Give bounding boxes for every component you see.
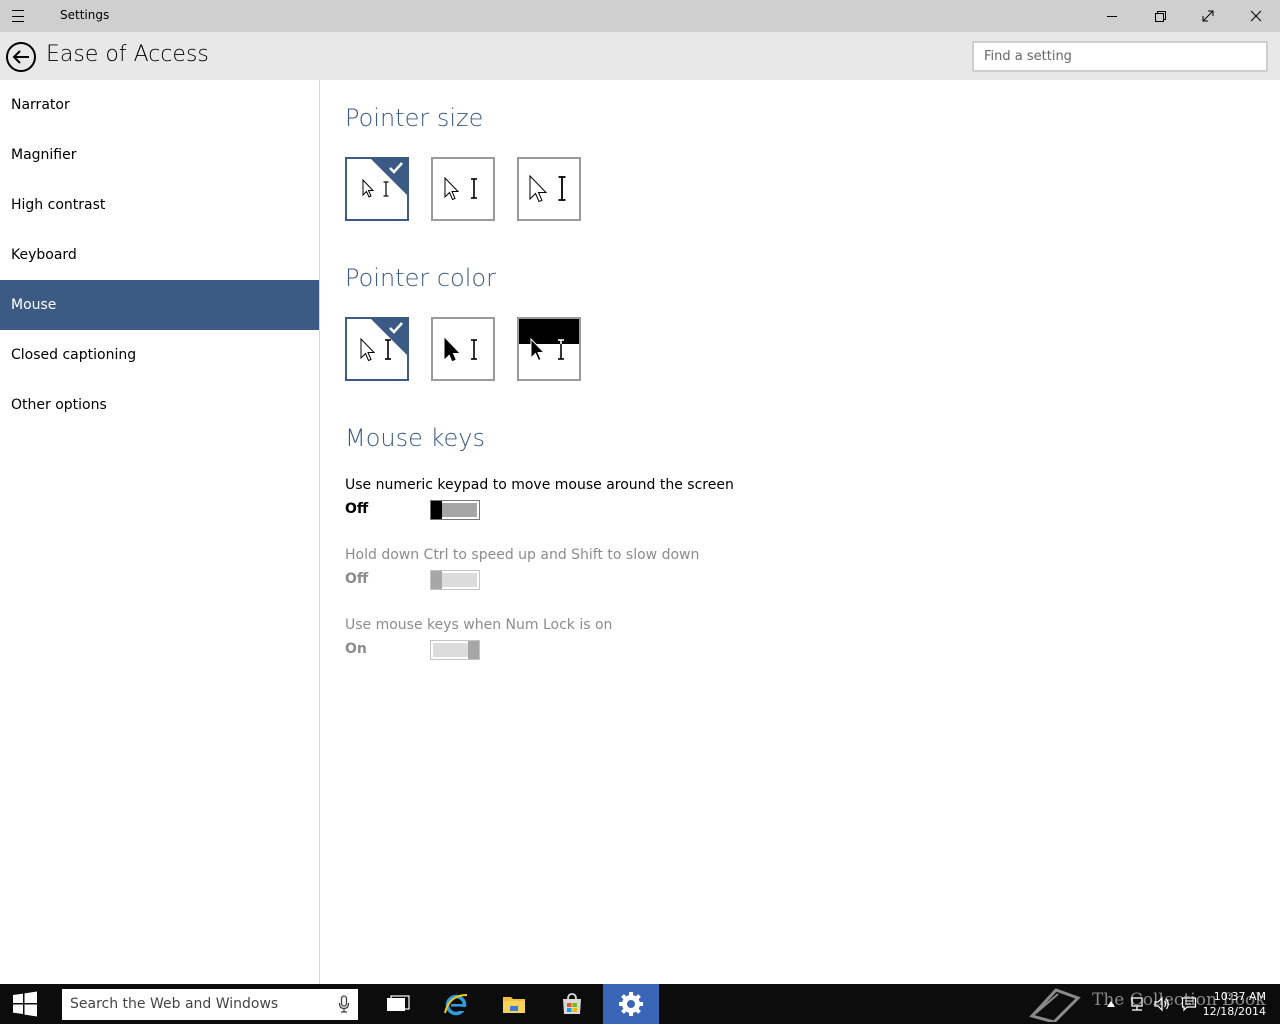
pointer-medium-icon xyxy=(444,176,477,201)
store-bag-icon xyxy=(563,993,581,1014)
sidebar-item-closed-captioning[interactable]: Closed captioning xyxy=(0,330,319,380)
folder-icon xyxy=(503,997,525,1013)
taskbar-clock[interactable]: 10:37 AM 12/18/2014 xyxy=(1203,989,1266,1019)
windows-logo-icon xyxy=(13,991,37,1017)
pointer-color-inverted-option[interactable] xyxy=(517,317,581,381)
ctrl-shift-speed-label: Hold down Ctrl to speed up and Shift to … xyxy=(345,547,700,563)
internet-explorer-button[interactable] xyxy=(428,984,484,1024)
start-button[interactable] xyxy=(0,984,50,1024)
restore-icon xyxy=(1155,11,1166,22)
clock-time: 10:37 AM xyxy=(1213,990,1266,1003)
settings-app-button[interactable] xyxy=(603,984,659,1024)
sidebar-item-other-options[interactable]: Other options xyxy=(0,380,319,430)
close-icon xyxy=(1250,10,1262,22)
action-center-button[interactable] xyxy=(1178,984,1200,1024)
mouse-keys-heading: Mouse keys xyxy=(345,424,486,452)
toggle-thumb xyxy=(468,641,479,659)
pointer-large-icon xyxy=(529,174,566,203)
pointer-white-icon xyxy=(360,337,391,362)
microphone-icon[interactable] xyxy=(338,995,350,1013)
sidebar-item-keyboard[interactable]: Keyboard xyxy=(0,230,319,280)
chevron-up-icon xyxy=(1107,1001,1115,1007)
internet-explorer-icon xyxy=(444,994,468,1016)
network-icon xyxy=(1131,997,1143,1011)
find-setting-input[interactable]: Find a setting xyxy=(972,41,1268,72)
num-lock-toggle[interactable] xyxy=(430,640,480,660)
back-arrow-icon[interactable] xyxy=(5,41,37,73)
sidebar-item-high-contrast[interactable]: High contrast xyxy=(0,180,319,230)
taskbar: Search the Web and Windows The Collectio… xyxy=(0,984,1280,1024)
toggle-thumb xyxy=(431,501,442,519)
show-hidden-icons-button[interactable] xyxy=(1102,984,1120,1024)
pointer-size-heading: Pointer size xyxy=(345,104,484,132)
gear-icon xyxy=(619,992,643,1016)
numeric-keypad-toggle[interactable] xyxy=(430,500,480,520)
minimize-button[interactable] xyxy=(1088,0,1136,32)
minimize-icon xyxy=(1107,16,1117,17)
sidebar-item-magnifier[interactable]: Magnifier xyxy=(0,130,319,180)
pointer-size-medium-option[interactable] xyxy=(431,157,495,221)
message-icon xyxy=(1181,997,1197,1012)
sidebar-item-mouse[interactable]: Mouse xyxy=(0,280,319,330)
book-logo-icon xyxy=(1029,988,1081,1022)
pointer-color-black-option[interactable] xyxy=(431,317,495,381)
page-header: Ease of Access Find a setting xyxy=(0,32,1280,80)
toggle-thumb xyxy=(431,571,442,589)
file-explorer-button[interactable] xyxy=(486,984,542,1024)
sidebar-item-narrator[interactable]: Narrator xyxy=(0,80,319,130)
ctrl-shift-speed-state: Off xyxy=(345,571,369,587)
main-content: Pointer size Pointer color Mouse keys Us… xyxy=(321,80,1280,984)
taskbar-search-input[interactable]: Search the Web and Windows xyxy=(62,989,358,1020)
pointer-color-heading: Pointer color xyxy=(345,264,496,292)
pointer-color-white-option[interactable] xyxy=(345,317,409,381)
numeric-keypad-label: Use numeric keypad to move mouse around … xyxy=(345,477,734,493)
ctrl-shift-speed-toggle[interactable] xyxy=(430,570,480,590)
task-view-icon xyxy=(387,995,410,1011)
page-title: Ease of Access xyxy=(46,42,209,67)
pointer-size-large-option[interactable] xyxy=(517,157,581,221)
pointer-black-icon xyxy=(444,337,477,362)
full-screen-button[interactable] xyxy=(1184,0,1232,32)
pointer-size-small-option[interactable] xyxy=(345,157,409,221)
numeric-keypad-state: Off xyxy=(345,501,369,517)
network-button[interactable] xyxy=(1126,984,1148,1024)
volume-button[interactable] xyxy=(1150,984,1174,1024)
restore-button[interactable] xyxy=(1136,0,1184,32)
speaker-icon xyxy=(1154,996,1169,1012)
pointer-small-icon xyxy=(362,178,389,198)
task-view-button[interactable] xyxy=(370,984,426,1024)
pointer-inverted-icon xyxy=(519,319,579,362)
sidebar: Narrator Magnifier High contrast Keyboar… xyxy=(0,80,320,984)
full-screen-icon xyxy=(1202,10,1214,22)
title-bar: Settings xyxy=(0,0,1280,32)
num-lock-state: On xyxy=(345,641,367,657)
num-lock-label: Use mouse keys when Num Lock is on xyxy=(345,617,613,633)
clock-date: 12/18/2014 xyxy=(1202,1005,1266,1018)
window-title: Settings xyxy=(60,8,110,22)
hamburger-menu-icon[interactable] xyxy=(12,8,36,24)
store-button[interactable] xyxy=(544,984,600,1024)
close-button[interactable] xyxy=(1232,0,1280,32)
